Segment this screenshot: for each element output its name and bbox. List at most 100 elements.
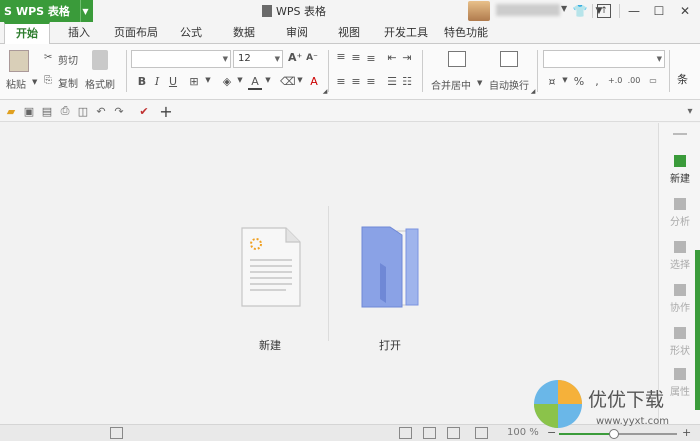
undo-icon[interactable]: ↶ — [93, 103, 109, 119]
maximize-icon[interactable]: ☐ — [650, 2, 668, 20]
watermark-url: www.yyxt.com — [596, 416, 669, 427]
print-icon[interactable]: ⎙ — [57, 103, 73, 119]
close-icon[interactable]: ✕ — [676, 2, 694, 20]
currency-icon[interactable]: ¤ — [545, 75, 559, 88]
percent-icon[interactable]: % — [572, 75, 586, 88]
dialog-launcher-icon[interactable]: ◢ — [318, 88, 332, 95]
save-icon[interactable]: ▣ — [21, 103, 37, 119]
watermark-logo: 优优下载 www.yyxt.com — [534, 380, 669, 428]
copy-button[interactable]: 复制 — [58, 75, 78, 90]
chevron-down-icon[interactable]: ▼ — [558, 76, 572, 84]
align-top-icon[interactable]: ≡ — [334, 50, 348, 63]
font-color-icon[interactable]: A — [248, 75, 262, 90]
avatar[interactable] — [468, 1, 490, 21]
reading-view-icon[interactable] — [447, 427, 460, 439]
border-icon[interactable]: ⊞ — [187, 75, 201, 88]
align-left-icon[interactable]: ≡ — [334, 75, 348, 88]
normal-view-icon[interactable] — [399, 427, 412, 439]
font-size-select[interactable]: 12 ▼ — [233, 50, 283, 68]
tab-page-layout[interactable]: 页面布局 — [108, 22, 164, 44]
tab-home[interactable]: 开始 — [4, 22, 50, 45]
paste-icon[interactable] — [9, 50, 29, 72]
align-right-icon[interactable]: ≡ — [364, 75, 378, 88]
increase-font-icon[interactable]: A⁺ — [288, 51, 302, 64]
collaborate-icon — [674, 284, 686, 296]
chevron-down-icon[interactable]: ▼ — [261, 76, 275, 84]
chevron-down-icon[interactable]: ▼ — [233, 76, 247, 84]
special-format-icon[interactable]: ▭ — [646, 76, 660, 85]
window-title-text: WPS 表格 — [276, 5, 326, 18]
ribbon-collapse-icon[interactable]: ▾ — [682, 103, 698, 119]
analyze-icon — [674, 198, 686, 210]
open-label[interactable]: 打开 — [379, 337, 401, 353]
fill-color-icon[interactable]: ◈ — [220, 75, 234, 88]
tab-features[interactable]: 特色功能 — [438, 22, 494, 44]
sidebar-item-select[interactable]: 选择 — [659, 241, 700, 271]
indent-decrease-icon[interactable]: ⇤ — [385, 51, 399, 64]
skin-icon[interactable]: 👕 — [571, 2, 589, 20]
tab-insert[interactable]: 插入 — [60, 22, 98, 44]
text-effect-icon[interactable]: A — [307, 75, 321, 88]
sidebar-item-new[interactable]: 新建 — [659, 155, 700, 185]
export-pdf-icon[interactable]: ▤ — [39, 103, 55, 119]
font-family-select[interactable]: ▼ — [131, 50, 231, 68]
app-menu-button[interactable]: S WPS 表格 ▼ — [0, 0, 93, 22]
minimize-icon[interactable]: — — [625, 2, 643, 20]
italic-icon[interactable]: I — [150, 75, 164, 88]
align-middle-icon[interactable]: ≡ — [349, 51, 363, 64]
cut-button[interactable]: 剪切 — [58, 52, 78, 67]
sidebar-item-collab[interactable]: 协作 — [659, 284, 700, 314]
chevron-down-icon[interactable]: ▼ — [80, 0, 90, 22]
page-break-view-icon[interactable] — [423, 427, 436, 439]
format-painter-button[interactable]: 格式刷 — [85, 76, 115, 91]
wrap-text-button[interactable]: 自动换行 — [489, 77, 529, 92]
add-icon[interactable]: + — [158, 102, 174, 121]
justify-icon[interactable]: ☰ — [385, 75, 399, 88]
sidebar-item-analyze[interactable]: 分析 — [659, 198, 700, 228]
chevron-down-icon[interactable]: ▼ — [561, 4, 567, 13]
thousands-icon[interactable]: , — [590, 75, 604, 88]
open-folder-icon[interactable]: ▰ — [3, 103, 19, 119]
tab-formula[interactable]: 公式 — [172, 22, 210, 44]
chevron-down-icon: ▼ — [656, 55, 662, 63]
distribute-icon[interactable]: ☷ — [400, 75, 414, 88]
align-center-icon[interactable]: ≡ — [349, 75, 363, 88]
merge-center-button[interactable]: 合并居中 — [431, 77, 471, 92]
title-bar: S WPS 表格 ▼ WPS 表格 ▼ 👕 ▼ ↑ — ☐ ✕ — [0, 0, 700, 22]
conditional-format-button[interactable]: 条 — [677, 71, 688, 87]
increase-decimal-icon[interactable]: +.0 — [608, 76, 622, 85]
print-preview-icon[interactable]: ◫ — [75, 103, 91, 119]
align-bottom-icon[interactable]: ≡ — [364, 52, 378, 65]
sidebar-item-shape[interactable]: 形状 — [659, 327, 700, 357]
tab-developer[interactable]: 开发工具 — [378, 22, 434, 44]
chevron-down-icon[interactable]: ▼ — [201, 76, 215, 84]
redo-icon[interactable]: ↷ — [111, 103, 127, 119]
chevron-down-icon[interactable]: ▼ — [32, 78, 37, 86]
scissors-icon: ✂ — [44, 52, 53, 63]
decrease-font-icon[interactable]: A⁻ — [305, 53, 319, 63]
indent-increase-icon[interactable]: ⇥ — [400, 51, 414, 64]
underline-icon[interactable]: U — [166, 75, 180, 88]
tab-review[interactable]: 审阅 — [278, 22, 316, 44]
new-document-icon[interactable] — [238, 226, 304, 308]
open-folder-icon[interactable] — [358, 223, 424, 311]
tab-data[interactable]: 数据 — [225, 22, 263, 44]
select-icon — [674, 241, 686, 253]
paste-button[interactable]: 粘贴 — [6, 76, 26, 91]
eye-protection-icon[interactable] — [475, 427, 488, 439]
username[interactable] — [496, 4, 560, 16]
decrease-decimal-icon[interactable]: .00 — [627, 76, 641, 85]
customize-qa-icon[interactable]: ✔ — [136, 103, 152, 119]
new-label[interactable]: 新建 — [259, 337, 281, 353]
wrap-text-icon[interactable] — [500, 51, 518, 67]
clear-format-icon[interactable]: ⌫ — [280, 75, 296, 88]
bold-icon[interactable]: B — [135, 75, 149, 88]
tab-view[interactable]: 视图 — [330, 22, 368, 44]
chevron-down-icon[interactable]: ▼ — [293, 76, 307, 84]
number-format-select[interactable]: ▼ — [543, 50, 665, 68]
chevron-down-icon: ▼ — [222, 55, 228, 63]
sheet-icon[interactable] — [110, 427, 123, 439]
chevron-down-icon[interactable]: ▼ — [477, 79, 482, 87]
merge-cells-icon[interactable] — [448, 51, 466, 67]
upload-icon[interactable]: ↑ — [597, 4, 611, 18]
